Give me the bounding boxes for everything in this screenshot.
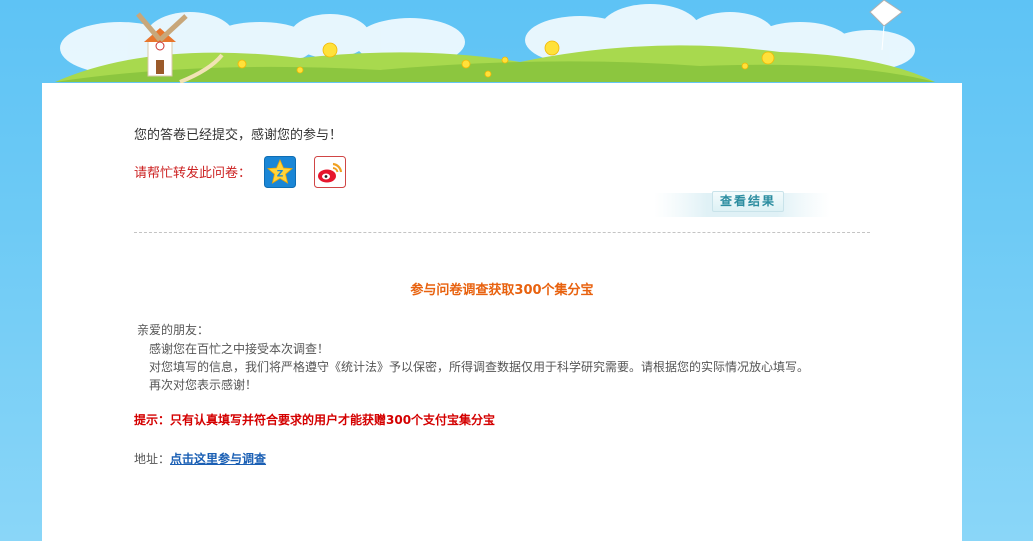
- address-row: 地址：点击这里参与调查: [134, 450, 266, 467]
- survey-link[interactable]: 点击这里参与调查: [170, 452, 266, 466]
- letter-line: 感谢您在百忙之中接受本次调查！: [149, 342, 330, 356]
- tip-text: 提示：只有认真填写并符合要求的用户才能获赠300个支付宝集分宝: [134, 413, 496, 427]
- weibo-icon[interactable]: [314, 156, 346, 188]
- banner-illustration: [55, 0, 935, 84]
- submission-message: 您的答卷已经提交，感谢您的参与！: [134, 128, 343, 143]
- dashed-divider: [134, 232, 870, 233]
- view-results-label: 查看结果: [712, 191, 784, 212]
- letter-line: 对您填写的信息，我们将严格遵守《统计法》予以保密，所得调查数据仅用于科学研究需要…: [149, 360, 810, 374]
- survey-title: 参与问卷调查获取300个集分宝: [410, 283, 594, 298]
- share-label: 请帮忙转发此问卷：: [134, 166, 252, 181]
- svg-text:Z: Z: [277, 170, 284, 180]
- address-label: 地址：: [134, 452, 171, 466]
- view-results-button[interactable]: 查看结果: [654, 190, 830, 220]
- qzone-icon[interactable]: Z: [264, 156, 296, 188]
- content-panel: 您的答卷已经提交，感谢您的参与！ 请帮忙转发此问卷： Z 查看结果 参与问卷调查…: [42, 83, 962, 541]
- letter-line: 再次对您表示感谢！: [149, 378, 258, 392]
- letter-greeting: 亲爱的朋友：: [137, 323, 210, 337]
